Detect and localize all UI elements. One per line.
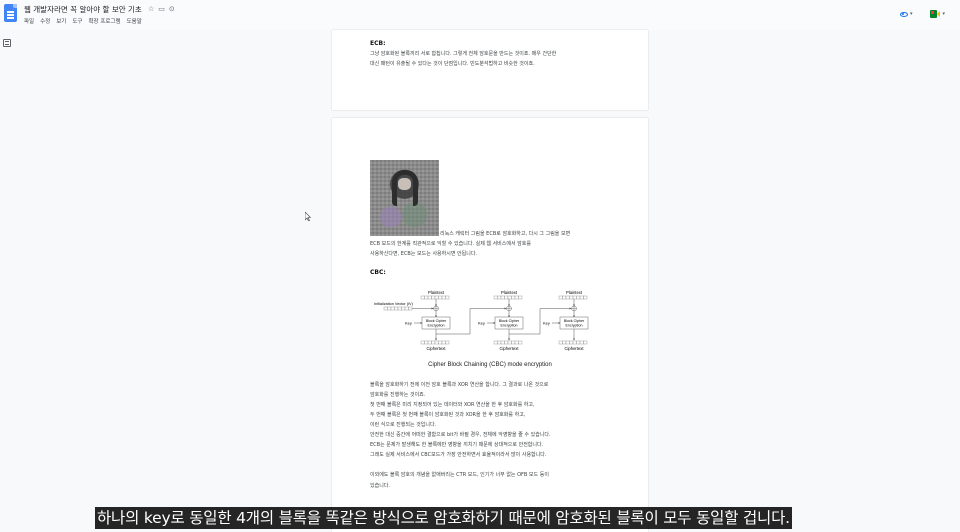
paragraph-line: 이외에도 블록 암호의 개념을 없애버리는 CTR 모드, 인기가 너무 없는 … [370,472,549,478]
section-heading-cbc: CBC: [370,269,386,276]
paragraph-line: 그냥 암호화된 블록끼리 서로 합칩니다. 그렇게 전체 암호문을 만드는 것이… [370,51,557,57]
menu-file[interactable]: 파일 [24,17,34,25]
paragraph-line: 그래도 실제 서비스에서 CBC모드가 가장 안전하면서 효율적이라서 많이 사… [370,452,547,458]
ciphertext-label: Ciphertext [564,346,584,351]
menu-view[interactable]: 보기 [56,17,66,25]
plaintext-label: Plaintext [566,290,583,295]
document-page[interactable]: ECB: 그냥 암호화된 블록끼리 서로 합칩니다. 그렇게 전체 암호문을 만… [332,30,648,110]
paragraph-line: 사용하신다면, ECB는 모드는 사용하시면 안됩니다. [370,251,478,257]
block-cipher-label: Encryption [566,324,583,328]
chevron-down-icon: ▾ [909,11,913,17]
plaintext-label: Plaintext [428,290,445,295]
iv-label: Initialization Vector (IV) [374,302,414,306]
plaintext-label: Plaintext [501,290,518,295]
paragraph-line: 암호화를 진행하는 것이죠. [370,392,426,398]
eye-icon [899,11,908,17]
paragraph-line: ECB 모드의 한계를 직관적으로 익힐 수 있습니다. 실제 웹 서비스에서 … [370,241,531,247]
menu-bar: 파일 수정 보기 도구 확장 프로그램 도움말 [24,17,142,25]
chevron-down-icon: ▾ [942,11,945,17]
paragraph-line: 있습니다. [370,483,390,489]
paragraph-line: 안전한 대신 중간에 어떠한 결함으로 bit가 바뀔 경우, 전체에 악영향을… [370,432,551,438]
ciphertext-label: Ciphertext [499,346,519,351]
paragraph-line: 첫 번째 블록은 미리 지정되어 있는 데이터와 XOR 연산을 한 후 암호화… [370,402,535,408]
section-heading-ecb: ECB: [370,40,386,47]
key-label: Key [478,321,485,326]
menu-edit[interactable]: 수정 [40,17,50,25]
paragraph-line: 리눅스 캐릭터 그림을 ECB로 암호화하고, 다시 그 그림을 보면 [440,231,571,237]
menu-help[interactable]: 도움말 [127,17,142,25]
document-page[interactable]: 리눅스 캐릭터 그림을 ECB로 암호화하고, 다시 그 그림을 보면 ECB … [332,118,648,532]
cloud-status-icon[interactable]: ⊙ [169,4,175,14]
star-icon[interactable]: ☆ [148,4,154,14]
diagram-caption: Cipher Block Chaining (CBC) mode encrypt… [428,362,552,368]
app-header: 웹 개발자라면 꼭 알아야 할 보안 기초 ☆ ▭ ⊙ 파일 수정 보기 도구 … [0,0,960,30]
view-mode-button[interactable]: ▾ [895,9,918,19]
paragraph-line: ECB는 문제가 발생해도 한 블록에만 영향을 끼치기 때문에 상대적으로 안… [370,442,544,448]
video-subtitle: 하나의 key로 동일한 4개의 블록을 똑같은 방식으로 암호화하기 때문에 … [95,507,792,529]
paragraph-line: 두 번째 블록은 첫 번째 블록이 암호화된 것과 XOR을 한 후 암호화를 … [370,412,526,418]
block-cipher-label: Encryption [428,324,445,328]
paragraph-line: 대신 패턴이 유출될 수 있다는 것이 단점입니다. 빈도분석법하고 비슷한 것… [370,61,535,67]
document-outline-icon[interactable] [3,39,11,47]
meet-button[interactable]: ▾ [925,8,950,20]
paragraph-line: 이런 식으로 진행되는 것입니다. [370,422,437,428]
ciphertext-label: Ciphertext [426,346,446,351]
header-actions: ▾ ▾ [895,8,950,20]
block-cipher-label: Block Cipher [564,319,585,323]
docs-logo-icon[interactable] [4,4,17,22]
key-label: Key [543,321,550,326]
block-cipher-label: Block Cipher [426,319,447,323]
menu-extensions[interactable]: 확장 프로그램 [89,17,121,25]
block-cipher-label: Encryption [501,324,518,328]
ecb-encrypted-image[interactable] [370,160,439,236]
key-label: Key [405,321,412,326]
menu-tools[interactable]: 도구 [72,17,82,25]
paragraph-line: 블록을 암호화하기 전에 이전 암호 블록과 XOR 연산을 합니다. 그 결과… [370,382,549,388]
folder-icon[interactable]: ▭ [158,4,165,14]
title-icons: ☆ ▭ ⊙ [148,4,175,14]
meet-icon [930,10,941,18]
block-cipher-label: Block Cipher [499,319,520,323]
cbc-diagram[interactable]: Plaintext Plaintext Plaintext Initializa… [370,288,610,370]
document-title[interactable]: 웹 개발자라면 꼭 알아야 할 보안 기초 [24,4,142,15]
